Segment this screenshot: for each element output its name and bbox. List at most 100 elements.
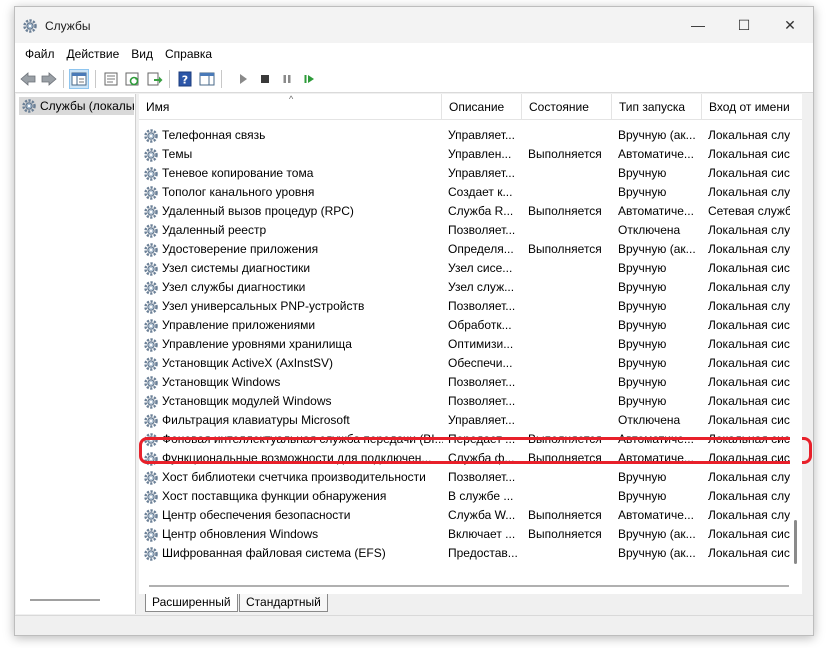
status-bar bbox=[15, 615, 813, 635]
service-name: Фильтрация клавиатуры Microsoft bbox=[162, 413, 350, 427]
service-name-cell: Установщик ActiveX (AxInstSV) bbox=[143, 354, 443, 373]
service-log-on-as: Локальная слу... bbox=[708, 299, 799, 313]
toolbar-separator bbox=[169, 70, 170, 88]
refresh-button[interactable] bbox=[123, 69, 143, 89]
service-description: Управлен... bbox=[448, 147, 512, 161]
restart-service-button[interactable] bbox=[299, 69, 319, 89]
minimize-button[interactable]: — bbox=[675, 7, 721, 43]
pause-service-button[interactable] bbox=[277, 69, 297, 89]
service-description: Позволяет... bbox=[448, 223, 516, 237]
service-state bbox=[528, 297, 616, 316]
service-row[interactable]: Узел системы диагностики Узел сисе... Вруч… bbox=[139, 259, 802, 278]
service-row[interactable]: Темы Управлен... Выполняется Автоматиче... Л… bbox=[139, 145, 802, 164]
service-startup-type: Автоматиче... bbox=[618, 508, 694, 522]
service-gear-icon bbox=[144, 223, 158, 238]
service-name: Узел системы диагностики bbox=[162, 261, 311, 275]
show-action-pane-button[interactable] bbox=[197, 69, 217, 89]
service-row[interactable]: Установщик модулей Windows Позволяет... Вр… bbox=[139, 392, 802, 411]
service-row[interactable]: Узел универсальных PNP-устройств Позволяе… bbox=[139, 297, 802, 316]
menu-file[interactable]: Файл bbox=[19, 47, 61, 61]
service-row[interactable]: Хост библиотеки счетчика производительно… bbox=[139, 468, 802, 487]
menu-help[interactable]: Справка bbox=[159, 47, 218, 61]
service-row[interactable]: Хост поставщика функции обнаружения В слу… bbox=[139, 487, 802, 506]
show-console-tree-button[interactable] bbox=[69, 69, 89, 89]
service-log-on-as: Локальная сис... bbox=[708, 356, 800, 370]
service-row[interactable]: Шифрованная файловая система (EFS) Предос… bbox=[139, 544, 802, 563]
start-service-button[interactable] bbox=[233, 69, 253, 89]
service-name: Управление уровнями хранилища bbox=[162, 337, 352, 351]
service-gear-icon bbox=[144, 356, 158, 371]
service-name-cell: Темы bbox=[143, 145, 443, 164]
column-header-startup-type[interactable]: Тип запуска bbox=[612, 94, 702, 120]
service-row[interactable]: Удаленный вызов процедур (RPC) Служба R..… bbox=[139, 202, 802, 221]
export-icon bbox=[147, 72, 163, 86]
vertical-scrollbar[interactable] bbox=[790, 120, 802, 584]
toolbar-separator bbox=[221, 70, 222, 88]
menu-view[interactable]: Вид bbox=[125, 47, 159, 61]
column-header-log-on-as[interactable]: Вход от имени bbox=[702, 94, 802, 120]
tab-standard[interactable]: Стандартный bbox=[239, 594, 328, 612]
service-row[interactable]: Установщик Windows Позволяет... Вручную Лок… bbox=[139, 373, 802, 392]
service-row[interactable]: Телефонная связь Управляет... Вручную (ак.… bbox=[139, 126, 802, 145]
service-state: Выполняется bbox=[528, 147, 602, 161]
column-header-state[interactable]: Состояние bbox=[522, 94, 612, 120]
menu-action[interactable]: Действие bbox=[61, 47, 126, 61]
service-gear-icon bbox=[144, 375, 158, 390]
service-name: Темы bbox=[162, 147, 193, 161]
forward-arrow-icon bbox=[41, 72, 57, 86]
service-startup-type: Вручную bbox=[618, 337, 667, 351]
service-name-cell: Установщик Windows bbox=[143, 373, 443, 392]
service-startup-type: Вручную bbox=[618, 489, 667, 503]
service-gear-icon bbox=[144, 470, 158, 485]
tab-extended[interactable]: Расширенный bbox=[145, 594, 238, 612]
close-button[interactable]: ✕ bbox=[767, 7, 813, 43]
service-row[interactable]: Фильтрация клавиатуры Microsoft Управляет… bbox=[139, 411, 802, 430]
service-gear-icon bbox=[144, 337, 158, 352]
service-row[interactable]: Управление приложениями Обработк... Вручну… bbox=[139, 316, 802, 335]
service-name-cell: Узел системы диагностики bbox=[143, 259, 443, 278]
properties-button[interactable] bbox=[101, 69, 121, 89]
export-list-button[interactable] bbox=[145, 69, 165, 89]
service-gear-icon bbox=[144, 185, 158, 200]
back-button[interactable] bbox=[18, 69, 38, 89]
forward-button[interactable] bbox=[39, 69, 59, 89]
service-description: Позволяет... bbox=[448, 299, 516, 313]
service-name: Узел службы диагностики bbox=[162, 280, 306, 294]
vertical-scrollbar-thumb[interactable] bbox=[794, 520, 797, 564]
services-gear-icon bbox=[23, 19, 37, 33]
left-horizontal-scrollbar[interactable] bbox=[30, 599, 100, 601]
service-startup-type: Вручную (ак... bbox=[618, 546, 696, 560]
help-button[interactable]: ? bbox=[175, 69, 195, 89]
service-name-cell: Узел универсальных PNP-устройств bbox=[143, 297, 443, 316]
horizontal-scrollbar[interactable] bbox=[149, 585, 789, 587]
service-name-cell: Хост поставщика функции обнаружения bbox=[143, 487, 443, 506]
service-row[interactable]: Удаленный реестр Позволяет... Отключена Лок… bbox=[139, 221, 802, 240]
console-tree-icon bbox=[71, 72, 87, 86]
service-row[interactable]: Управление уровнями хранилища Оптимизи...… bbox=[139, 335, 802, 354]
service-gear-icon bbox=[144, 204, 158, 219]
service-row[interactable]: Установщик ActiveX (AxInstSV) Обеспечи...… bbox=[139, 354, 802, 373]
service-description: Позволяет... bbox=[448, 375, 516, 389]
service-startup-type: Вручную bbox=[618, 166, 667, 180]
maximize-button[interactable]: ☐ bbox=[721, 7, 767, 43]
service-log-on-as: Локальная сис... bbox=[708, 527, 800, 541]
service-row[interactable]: Тополог канального уровня Создает к... Вру… bbox=[139, 183, 802, 202]
stop-service-button[interactable] bbox=[255, 69, 275, 89]
service-gear-icon bbox=[144, 299, 158, 314]
service-name: Хост поставщика функции обнаружения bbox=[162, 489, 387, 503]
service-row[interactable]: Теневое копирование тома Управляет... Вруч… bbox=[139, 164, 802, 183]
help-icon: ? bbox=[178, 71, 192, 87]
tree-item-services-local[interactable]: Службы (локальные) bbox=[19, 97, 134, 115]
service-description: Управляет... bbox=[448, 166, 515, 180]
column-header-description[interactable]: Описание bbox=[442, 94, 522, 120]
service-startup-type: Вручную (ак... bbox=[618, 242, 696, 256]
service-name: Телефонная связь bbox=[162, 128, 266, 142]
sort-ascending-icon: ^ bbox=[289, 94, 294, 104]
service-row[interactable]: Узел службы диагностики Узел служ... Вручн… bbox=[139, 278, 802, 297]
service-log-on-as: Локальная сис... bbox=[708, 166, 800, 180]
service-row[interactable]: Удостоверение приложения Определя... Выпол… bbox=[139, 240, 802, 259]
service-name: Центр обеспечения безопасности bbox=[162, 508, 351, 522]
service-row[interactable]: Центр обеспечения безопасности Служба W..… bbox=[139, 506, 802, 525]
service-row[interactable]: Центр обновления Windows Включает ... Выпо… bbox=[139, 525, 802, 544]
service-log-on-as: Локальная слу... bbox=[708, 128, 799, 142]
